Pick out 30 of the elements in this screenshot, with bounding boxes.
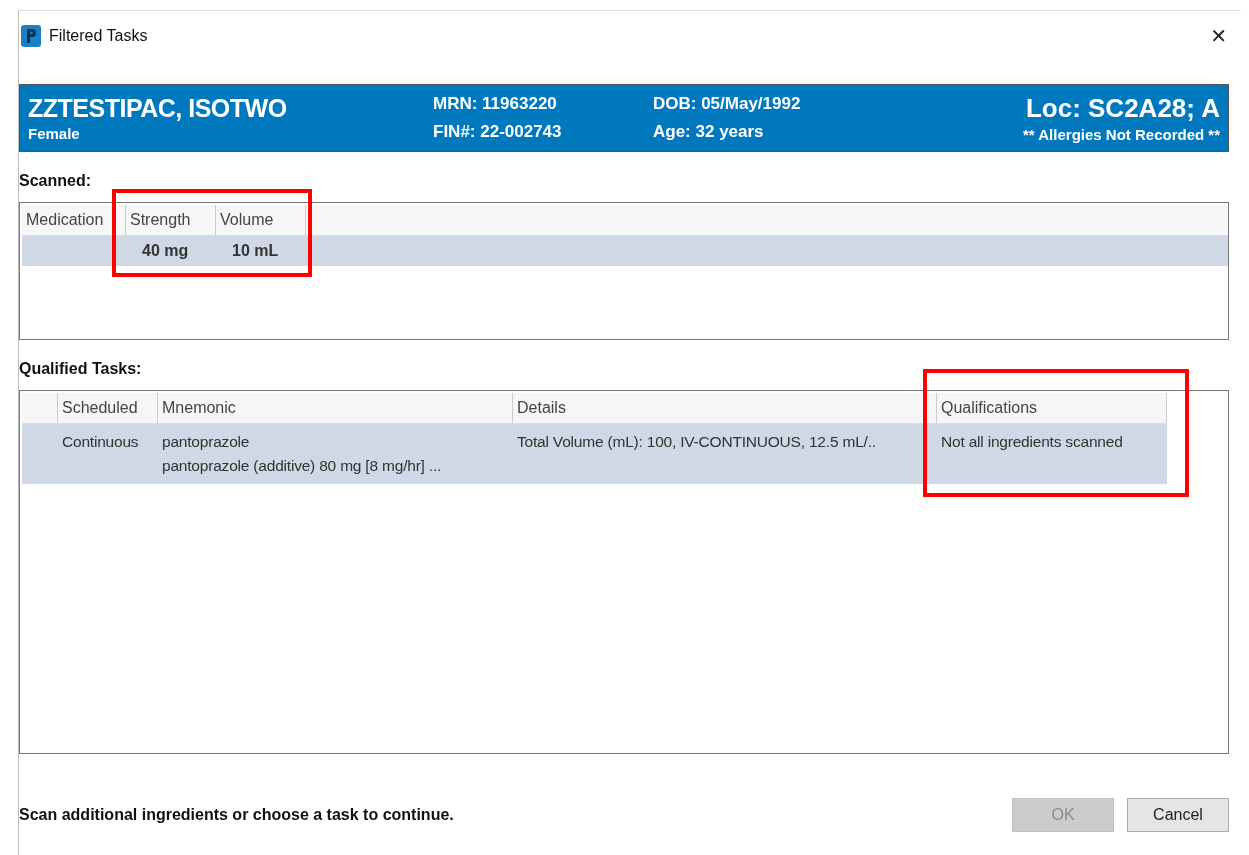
close-button[interactable]: ✕ [1204, 22, 1233, 50]
app-logo-icon [21, 25, 41, 47]
status-message: Scan additional ingredients or choose a task to continue. [19, 806, 454, 824]
location-text: Loc: SC2A28; A [1025, 93, 1220, 124]
dialog-button[interactable]: Cancel [1127, 798, 1229, 832]
column-header[interactable]: Scheduled [58, 393, 158, 423]
window-title: Filtered Tasks [49, 27, 148, 45]
allergies-text: ** Allergies Not Recorded ** [1023, 126, 1220, 143]
table-row[interactable]: Continuous pantoprazole pantoprazole (additive) 80 mg [8 mg/hr] ... Total Volume (mL): 100, IV-CONTINUOUS, 12.5 mL/.. Not all ingredients scanned [22, 424, 1167, 484]
mrn-text: MRN: 11963220 [433, 93, 558, 115]
column-header[interactable]: Details [513, 393, 937, 423]
dob-text: DOB: 05/May/1992 [653, 93, 802, 115]
table-cell-text: pantoprazole pantoprazole (additive) 80 mg [8 mg/hr] ... [161, 432, 443, 476]
table-row[interactable]: 40 mg 10 mL [22, 236, 1228, 266]
table-cell-text: Not all ingredients scanned [940, 432, 1124, 452]
table-cell-text: 40 mg [141, 242, 190, 260]
section-label: Qualified Tasks: [19, 360, 143, 378]
column-header[interactable]: Mnemonic [158, 393, 513, 423]
table-cell-text: Total Volume (mL): 100, IV-CONTINUOUS, 12.5 mL/.. [516, 432, 877, 452]
section-label: Scanned: [19, 172, 92, 190]
column-header[interactable]: Volume [216, 205, 306, 235]
age-text: Age: 32 years [653, 121, 765, 143]
patient-name: ZZTESTIPAC, ISOTWO [28, 94, 288, 123]
column-header[interactable]: Strength [126, 205, 216, 235]
patient-sex: Female [28, 125, 81, 142]
fin-text: FIN#: 22-002743 [433, 121, 563, 143]
table-cell-text: Continuous [61, 432, 140, 452]
column-header[interactable]: Medication [22, 205, 126, 235]
table-cell-text: 10 mL [231, 242, 280, 260]
column-header[interactable]: Qualifications [937, 393, 1167, 423]
